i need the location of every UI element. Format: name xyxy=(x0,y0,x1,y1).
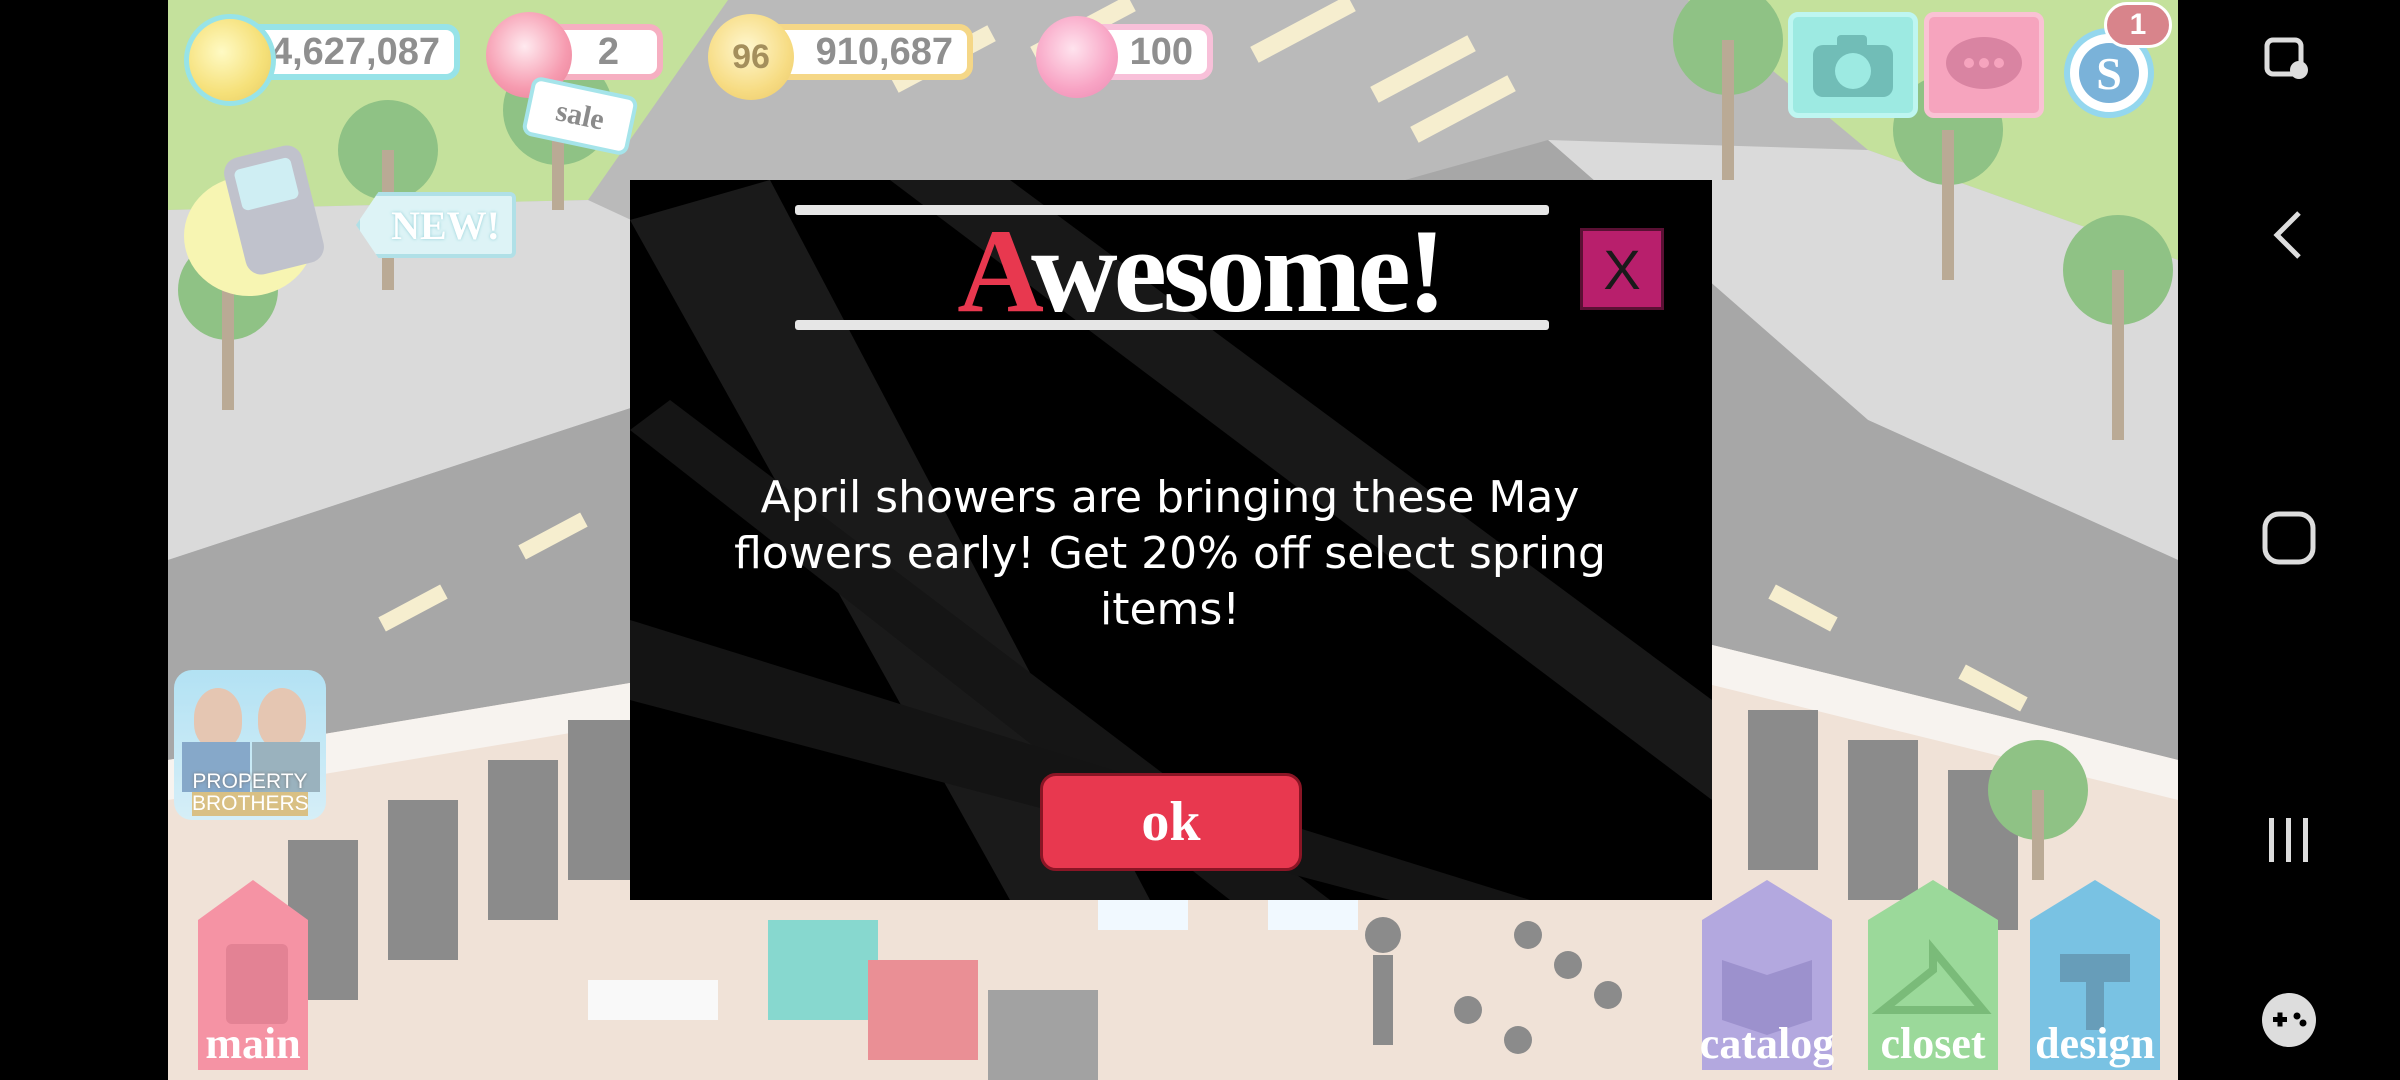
property-brothers-line1: PROPERTY xyxy=(192,770,308,793)
property-brothers-line2: BROTHERS xyxy=(192,792,309,816)
currency-s-icon: S xyxy=(2079,43,2139,103)
close-icon: X xyxy=(1603,237,1641,301)
hearts-value: 100 xyxy=(1129,30,1193,73)
level-value: 96 xyxy=(732,37,770,76)
dialog-title-rest: wesome! xyxy=(1030,204,1447,337)
brother-right-avatar xyxy=(258,688,306,748)
home-icon xyxy=(2262,511,2316,565)
chat-icon xyxy=(1946,37,2022,89)
notification-badge: 1 xyxy=(2104,2,2172,48)
recents-button[interactable] xyxy=(2178,800,2400,880)
main-button[interactable]: main xyxy=(178,880,328,1075)
level-star-icon: 96 xyxy=(708,14,794,100)
heart-icon xyxy=(1036,16,1118,98)
gems-value: 2 xyxy=(597,30,619,73)
catalog-label: catalog xyxy=(1699,1019,1835,1068)
dialog-title-initial: A xyxy=(957,204,1035,337)
design-label: design xyxy=(2035,1019,2155,1068)
dialog-message: April showers are bringing these May flo… xyxy=(734,472,1606,635)
screenshot-button[interactable] xyxy=(2178,20,2400,100)
ok-button[interactable]: ok xyxy=(1040,773,1302,871)
dialog-title: Awesome! xyxy=(0,206,2400,336)
property-brothers-button[interactable]: PROPERTY BROTHERS xyxy=(174,670,326,820)
closet-label: closet xyxy=(1880,1019,1986,1068)
recents-icon xyxy=(2269,818,2308,862)
chat-button[interactable] xyxy=(1924,12,2044,118)
main-label: main xyxy=(205,1019,301,1068)
closet-button[interactable]: closet xyxy=(1858,880,2008,1075)
brother-left-avatar xyxy=(194,688,242,748)
android-nav-bar xyxy=(2178,0,2400,1080)
screenshot-icon xyxy=(2264,37,2308,79)
coins-value: 14,627,087 xyxy=(249,30,440,73)
home-button[interactable] xyxy=(2178,498,2400,578)
design-button[interactable]: design xyxy=(2020,880,2170,1075)
camera-icon xyxy=(1813,35,1893,97)
xp-value: 910,687 xyxy=(815,30,953,73)
ok-label: ok xyxy=(1141,791,1201,853)
coin-icon xyxy=(184,14,276,106)
back-icon xyxy=(2273,211,2301,259)
camera-button[interactable] xyxy=(1788,12,1918,118)
catalog-button[interactable]: catalog xyxy=(1692,880,1842,1075)
game-tools-button[interactable] xyxy=(2178,980,2400,1060)
gamepad-icon xyxy=(2262,993,2316,1047)
close-button[interactable]: X xyxy=(1580,228,1664,310)
back-button[interactable] xyxy=(2178,195,2400,275)
